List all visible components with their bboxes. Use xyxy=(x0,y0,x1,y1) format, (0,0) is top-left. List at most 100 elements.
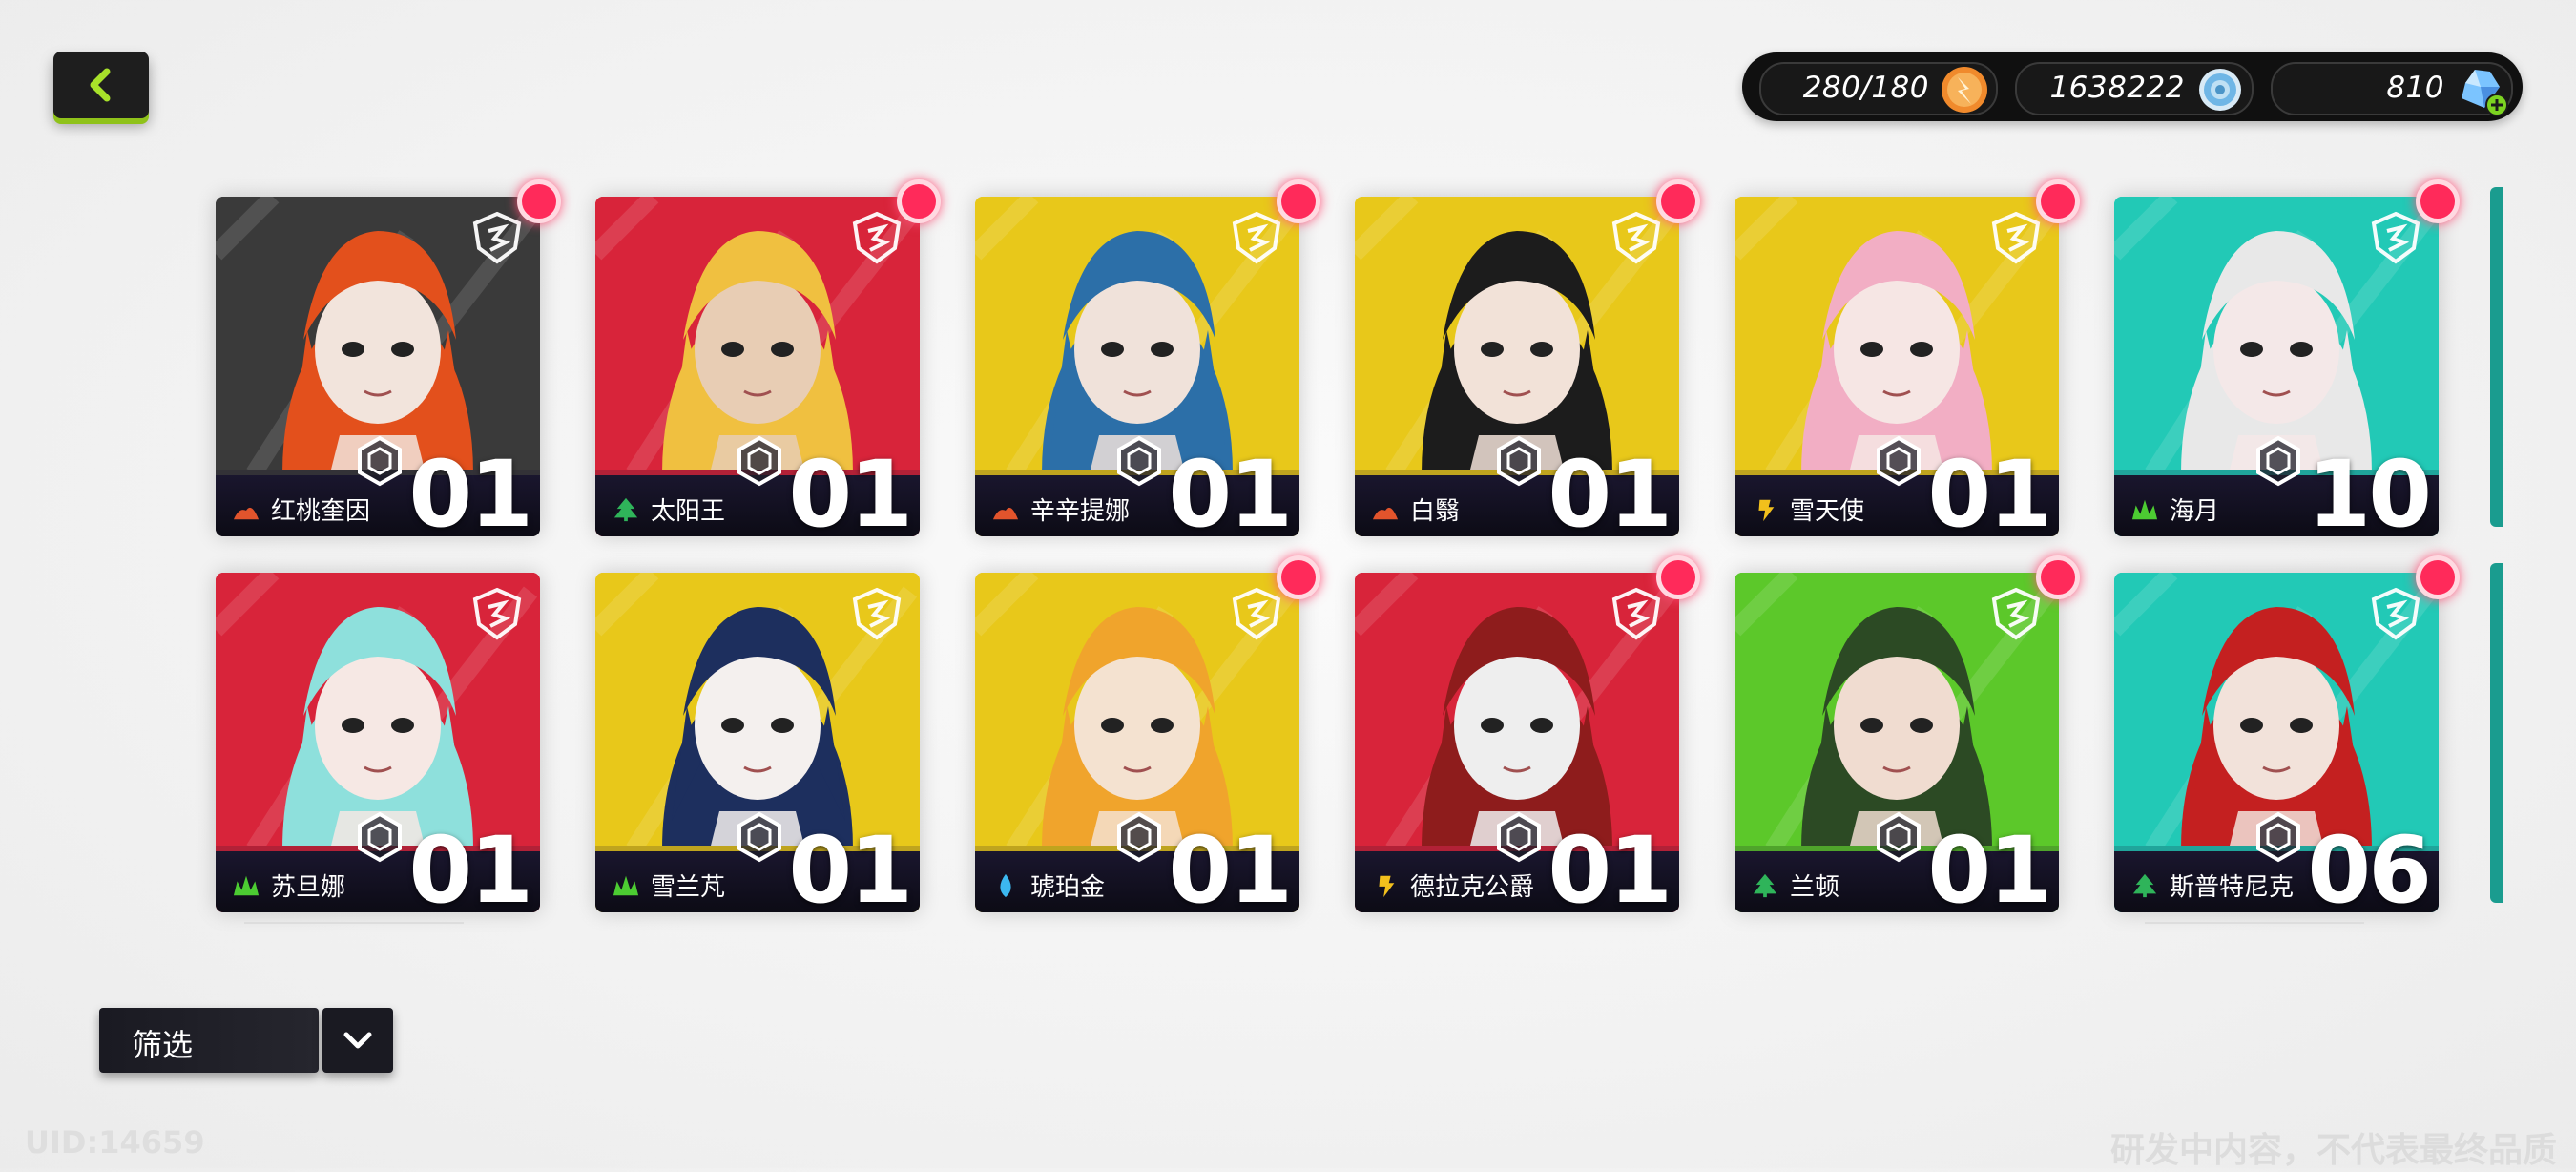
character-name: 太阳王 xyxy=(651,497,726,526)
partial-card-edge xyxy=(2490,563,2503,903)
element-water-icon xyxy=(1000,873,1011,898)
element-fire-icon xyxy=(233,507,260,520)
plus-icon[interactable] xyxy=(2484,93,2509,117)
character-card[interactable]: 德拉克公爵 01 xyxy=(1355,573,1679,912)
element-fire-icon xyxy=(992,507,1019,520)
character-level: 10 xyxy=(2307,441,2432,536)
new-badge-dot xyxy=(2036,179,2080,223)
hexagon-crystal-icon xyxy=(737,435,781,487)
character-name: 斯普特尼克 xyxy=(2170,873,2295,902)
character-name: 辛辛提娜 xyxy=(1030,497,1131,526)
disclaimer-text: 研发中内容，不代表最终品质 xyxy=(2109,1131,2557,1170)
character-level: 01 xyxy=(788,817,913,912)
character-name: 红桃奎因 xyxy=(271,497,371,526)
character-card[interactable]: 太阳王 01 xyxy=(595,197,920,536)
class-emblem-icon xyxy=(472,211,522,264)
element-grass-icon xyxy=(2131,499,2158,520)
character-name: 白翳 xyxy=(1410,497,1461,526)
coin-value: 1638222 xyxy=(2049,71,2185,105)
character-card[interactable]: 红桃奎因 01 xyxy=(216,197,540,536)
class-emblem-icon xyxy=(1232,587,1281,640)
class-emblem-icon xyxy=(472,587,522,640)
character-level: 01 xyxy=(1168,817,1293,912)
character-level: 06 xyxy=(2307,817,2432,912)
chevron-left-icon xyxy=(90,68,111,102)
filter-button[interactable]: 筛选 xyxy=(99,1008,319,1073)
hexagon-crystal-icon xyxy=(2256,435,2300,487)
character-level: 01 xyxy=(1168,441,1293,536)
hexagon-crystal-icon xyxy=(737,811,781,863)
character-name: 兰顿 xyxy=(1790,873,1840,902)
new-badge-dot xyxy=(1656,555,1700,599)
new-badge-dot xyxy=(1656,179,1700,223)
class-emblem-icon xyxy=(1991,211,2041,264)
character-level: 01 xyxy=(1548,441,1672,536)
character-name: 德拉克公爵 xyxy=(1410,873,1535,902)
character-level: 01 xyxy=(1927,441,2052,536)
class-emblem-icon xyxy=(1991,587,2041,640)
hexagon-crystal-icon xyxy=(1117,435,1161,487)
new-badge-dot xyxy=(1277,555,1320,599)
new-badge-dot xyxy=(2036,555,2080,599)
class-emblem-icon xyxy=(2371,211,2420,264)
partial-card-edge xyxy=(2490,187,2503,527)
new-badge-dot xyxy=(2416,179,2460,223)
gem-value: 810 xyxy=(2386,71,2444,105)
filter-dropdown-button[interactable] xyxy=(322,1008,393,1073)
divider xyxy=(2145,922,2364,924)
character-level: 01 xyxy=(408,817,533,912)
class-emblem-icon xyxy=(1232,211,1281,264)
stamina-counter[interactable]: 280/180 xyxy=(1759,62,1998,115)
character-card[interactable]: 兰顿 01 xyxy=(1735,573,2059,912)
stamina-value: 280/180 xyxy=(1802,71,1929,105)
character-name: 雪兰芃 xyxy=(651,873,726,902)
hexagon-crystal-icon xyxy=(358,811,402,863)
class-emblem-icon xyxy=(1611,587,1661,640)
character-card[interactable]: 苏旦娜 01 xyxy=(216,573,540,912)
coin-stack-icon xyxy=(2199,69,2241,111)
hexagon-crystal-icon xyxy=(1877,811,1921,863)
filter-label: 筛选 xyxy=(132,1027,194,1063)
character-card[interactable]: 白翳 01 xyxy=(1355,197,1679,536)
class-emblem-icon xyxy=(852,587,902,640)
character-card[interactable]: 辛辛提娜 01 xyxy=(975,197,1299,536)
element-grass-icon xyxy=(613,875,639,896)
new-badge-dot xyxy=(897,179,941,223)
character-level: 01 xyxy=(788,441,913,536)
character-card[interactable]: 海月 10 xyxy=(2114,197,2439,536)
new-badge-dot xyxy=(517,179,561,223)
hexagon-crystal-icon xyxy=(2256,811,2300,863)
new-badge-dot xyxy=(2416,555,2460,599)
character-level: 01 xyxy=(1927,817,2052,912)
uid-label: UID:14659 xyxy=(25,1124,205,1161)
hexagon-crystal-icon xyxy=(1497,811,1541,863)
coin-counter[interactable]: 1638222 xyxy=(2015,62,2254,115)
back-button[interactable] xyxy=(53,52,149,118)
element-thunder-icon xyxy=(1379,875,1395,898)
element-fire-icon xyxy=(1372,507,1399,520)
element-forest-icon xyxy=(2132,873,2157,898)
class-emblem-icon xyxy=(2371,587,2420,640)
new-badge-dot xyxy=(1277,179,1320,223)
character-card[interactable]: 斯普特尼克 06 xyxy=(2114,573,2439,912)
character-name: 雪天使 xyxy=(1790,497,1865,526)
stamina-orb-icon xyxy=(1942,67,1987,113)
class-emblem-icon xyxy=(852,211,902,264)
character-name: 琥珀金 xyxy=(1030,873,1106,902)
character-card[interactable]: 雪兰芃 01 xyxy=(595,573,920,912)
character-card[interactable]: 雪天使 01 xyxy=(1735,197,2059,536)
currency-bar: 280/180 1638222 810 xyxy=(1742,52,2523,121)
character-card[interactable]: 琥珀金 01 xyxy=(975,573,1299,912)
element-forest-icon xyxy=(1753,873,1777,898)
gem-counter[interactable]: 810 xyxy=(2271,62,2513,117)
hexagon-crystal-icon xyxy=(1877,435,1921,487)
class-emblem-icon xyxy=(1611,211,1661,264)
divider xyxy=(244,922,464,924)
hexagon-crystal-icon xyxy=(358,435,402,487)
character-level: 01 xyxy=(408,441,533,536)
element-forest-icon xyxy=(613,497,638,522)
character-name: 苏旦娜 xyxy=(271,873,346,902)
hexagon-crystal-icon xyxy=(1497,435,1541,487)
element-thunder-icon xyxy=(1758,499,1775,522)
hexagon-crystal-icon xyxy=(1117,811,1161,863)
